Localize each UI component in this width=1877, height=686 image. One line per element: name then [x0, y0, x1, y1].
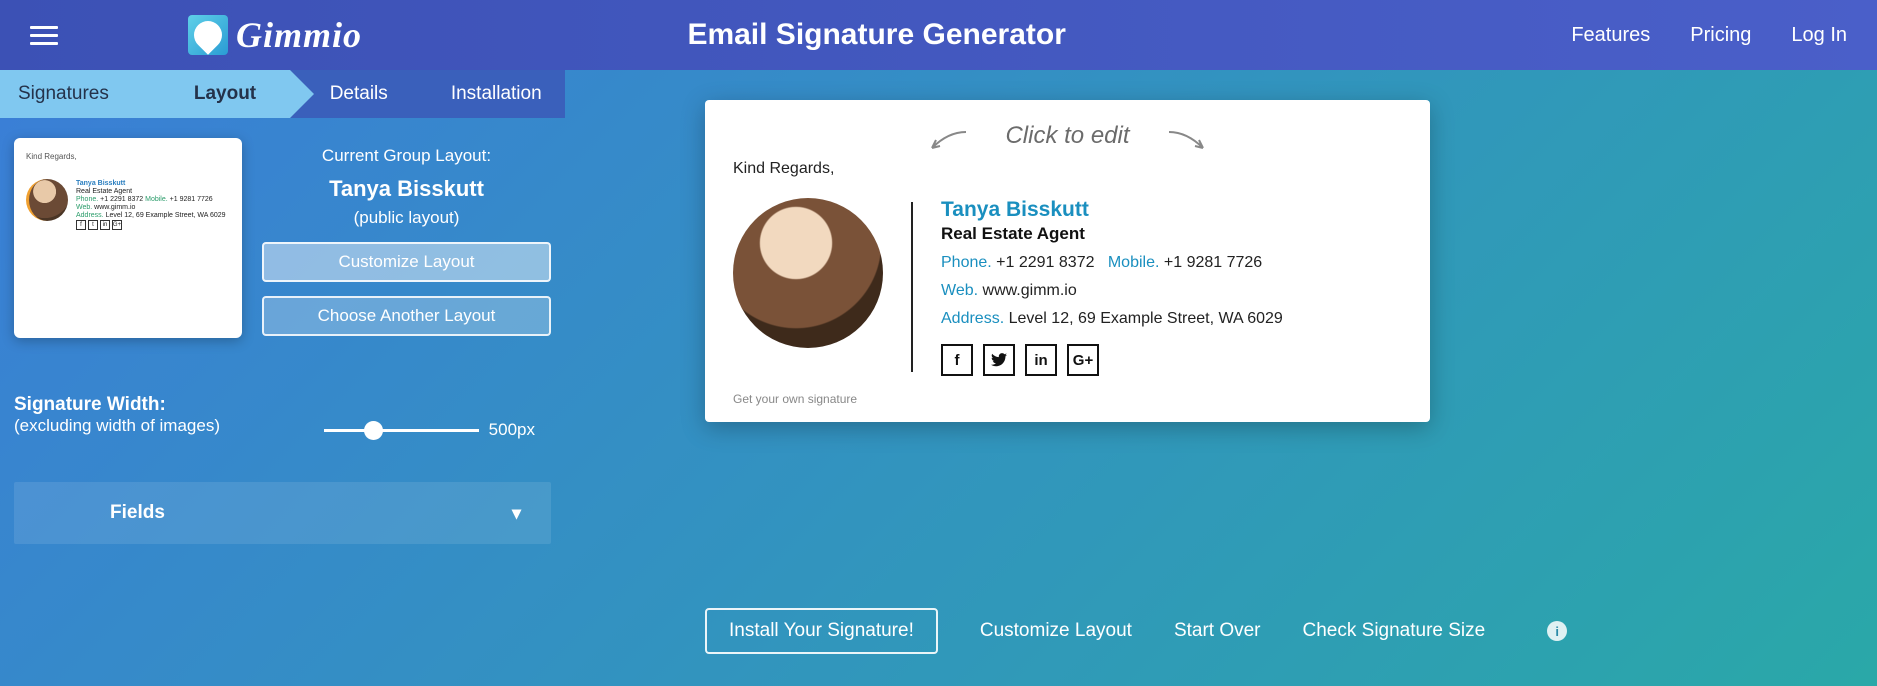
info-icon[interactable]: i — [1547, 621, 1567, 641]
preview-role: Real Estate Agent — [941, 224, 1283, 244]
web-value: www.gimm.io — [983, 282, 1077, 299]
thumb-facebook-icon: f — [76, 220, 86, 230]
signature-width-slider[interactable] — [324, 429, 479, 432]
click-to-edit-label: Click to edit — [1005, 122, 1129, 149]
start-over-link[interactable]: Start Over — [1174, 620, 1261, 642]
fields-accordion[interactable]: Fields ▾ — [14, 482, 551, 544]
phone-label: Phone. — [941, 254, 992, 271]
signature-width-title: Signature Width: — [14, 394, 551, 416]
get-own-signature-link[interactable]: Get your own signature — [733, 392, 1402, 406]
group-layout-name: Tanya Bisskutt — [262, 176, 551, 202]
thumb-name: Tanya Bisskutt — [76, 180, 226, 187]
signature-width-value: 500px — [489, 420, 535, 440]
thumb-twitter-icon: t — [88, 220, 98, 230]
tab-signatures[interactable]: Signatures — [0, 70, 160, 118]
thumb-avatar — [26, 179, 68, 221]
preview-avatar — [733, 198, 883, 348]
chevron-down-icon: ▾ — [512, 503, 521, 524]
web-label: Web. — [941, 282, 978, 299]
mobile-label: Mobile. — [1108, 254, 1160, 271]
nav-pricing[interactable]: Pricing — [1690, 24, 1751, 47]
facebook-icon[interactable]: f — [941, 344, 973, 376]
tab-layout[interactable]: Layout — [160, 70, 290, 118]
fields-label: Fields — [110, 502, 165, 524]
logo-icon — [188, 15, 228, 55]
address-value: Level 12, 69 Example Street, WA 6029 — [1009, 310, 1283, 327]
check-signature-size-link[interactable]: Check Signature Size — [1303, 620, 1486, 642]
customize-layout-button[interactable]: Customize Layout — [262, 242, 551, 282]
thumb-greeting: Kind Regards, — [26, 152, 230, 161]
linkedin-icon[interactable]: in — [1025, 344, 1057, 376]
preview-divider — [911, 202, 913, 372]
hamburger-menu[interactable] — [30, 21, 58, 50]
address-label: Address. — [941, 310, 1004, 327]
thumb-role: Real Estate Agent — [76, 188, 226, 195]
thumb-google-icon: G+ — [112, 220, 122, 230]
install-signature-button[interactable]: Install Your Signature! — [705, 608, 938, 654]
arrow-left-icon — [918, 128, 968, 156]
nav-features[interactable]: Features — [1571, 24, 1650, 47]
twitter-icon[interactable] — [983, 344, 1015, 376]
mobile-value: +1 9281 7726 — [1164, 254, 1262, 271]
page-title: Email Signature Generator — [182, 18, 1571, 52]
signature-preview-card[interactable]: Click to edit Kind Regards, Tanya Bissku… — [705, 100, 1430, 422]
preview-greeting: Kind Regards, — [733, 160, 1402, 178]
group-layout-public: (public layout) — [262, 208, 551, 228]
slider-thumb[interactable] — [364, 421, 383, 440]
thumb-linkedin-icon: in — [100, 220, 110, 230]
group-layout-label: Current Group Layout: — [262, 146, 551, 166]
phone-value: +1 2291 8372 — [996, 254, 1094, 271]
nav-login[interactable]: Log In — [1791, 24, 1847, 47]
choose-another-layout-button[interactable]: Choose Another Layout — [262, 296, 551, 336]
preview-name: Tanya Bisskutt — [941, 198, 1283, 222]
arrow-right-icon — [1167, 128, 1217, 156]
customize-layout-link[interactable]: Customize Layout — [980, 620, 1132, 642]
google-plus-icon[interactable]: G+ — [1067, 344, 1099, 376]
layout-thumbnail[interactable]: Kind Regards, Tanya Bisskutt Real Estate… — [14, 138, 242, 338]
tab-installation[interactable]: Installation — [428, 70, 566, 118]
